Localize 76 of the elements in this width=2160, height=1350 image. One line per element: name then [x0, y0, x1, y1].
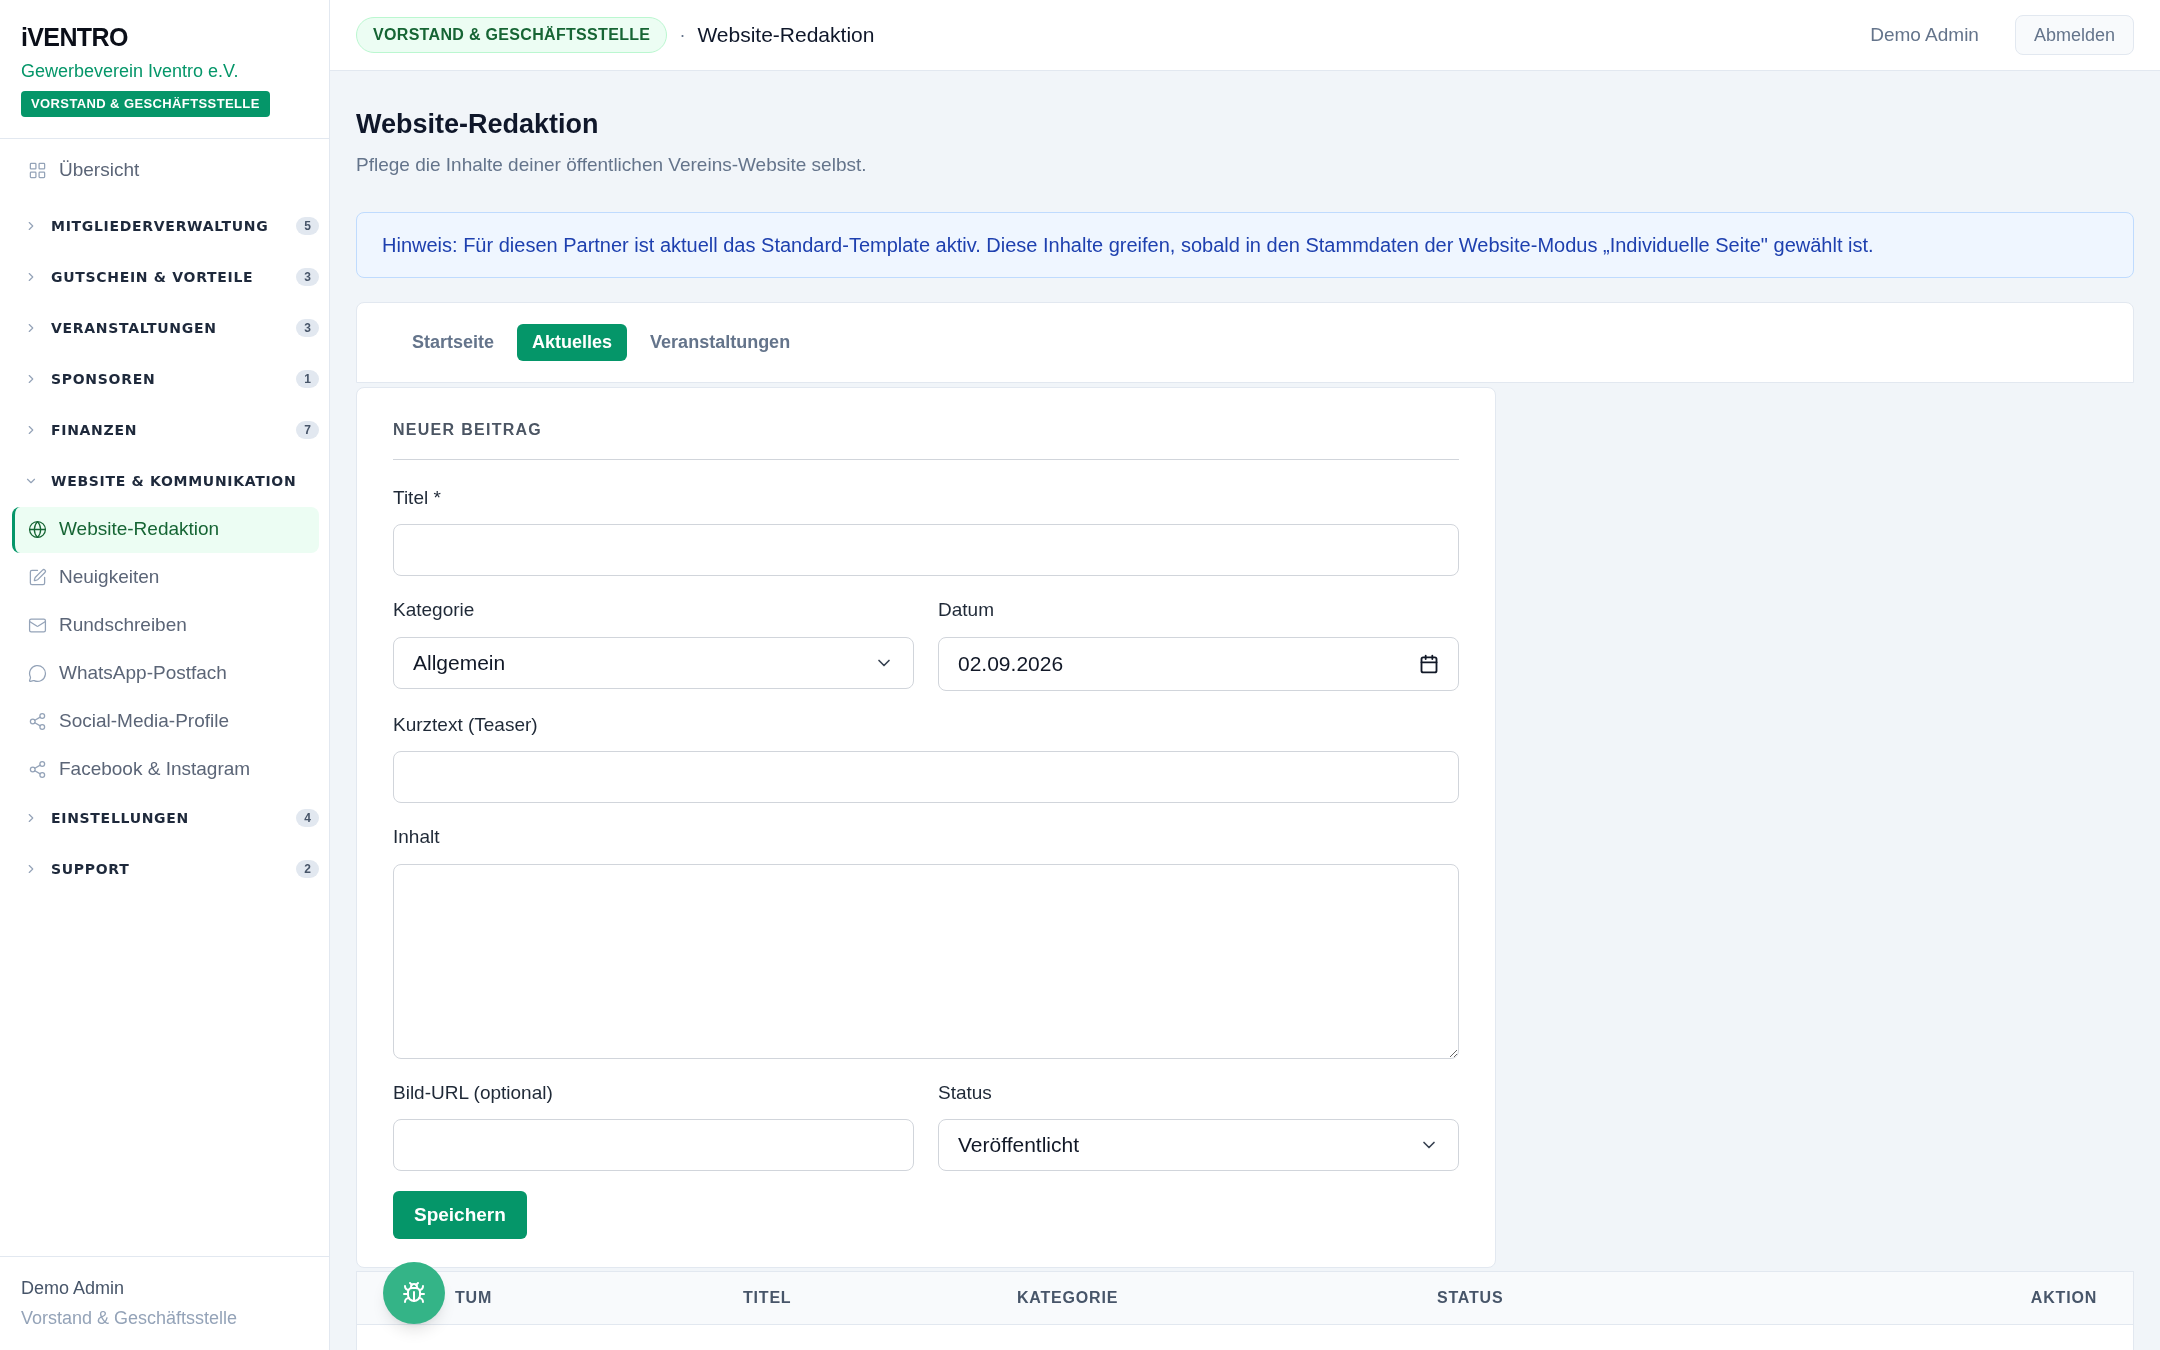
nav-item[interactable]: Website-Redaktion [12, 506, 319, 553]
nav-group-label: SPONSOREN [51, 369, 157, 389]
nav-group-header[interactable]: MITGLIEDERVERWALTUNG 5 [12, 200, 319, 252]
tab[interactable]: Veranstaltungen [635, 323, 806, 361]
nav-item[interactable]: Neuigkeiten [12, 554, 319, 601]
nav-group-header[interactable]: WEBSITE & KOMMUNIKATION [12, 455, 319, 507]
user-name: Demo Admin [21, 1277, 126, 1300]
count-badge: 4 [296, 809, 319, 827]
nav-group-label: MITGLIEDERVERWALTUNG [51, 216, 270, 236]
bug-icon [402, 1281, 426, 1305]
nav-group-label: SUPPORT [51, 859, 131, 879]
tab[interactable]: Aktuelles [517, 323, 628, 361]
notice-banner: Hinweis: Für diesen Partner ist aktuell das Standard-Template aktiv. Diese Inhalte greifen, sobald in den Stammdaten der Website-Modus „Individuelle Seite" gewählt ist. [356, 211, 2134, 278]
field-label: Inhalt [393, 825, 441, 849]
text-field[interactable] [393, 1119, 914, 1171]
user-role: Vorstand & Geschäftsstelle [21, 1307, 239, 1330]
field-label: Titel * [393, 485, 442, 510]
date-field[interactable]: 02.09.2026 [938, 636, 1459, 691]
grid-icon [28, 161, 47, 180]
nav-group-label: EINSTELLUNGEN [51, 808, 190, 828]
user-name: Demo Admin [1870, 22, 1979, 47]
page-title: Website-Redaktion [697, 22, 875, 49]
nav-group-header[interactable]: EINSTELLUNGEN 4 [12, 792, 319, 844]
role-badge: VORSTAND & GESCHÄFTSSTELLE [21, 91, 270, 117]
nav-group-label: FINANZEN [51, 420, 139, 440]
tab[interactable]: Startseite [397, 323, 510, 361]
field-label: Kategorie [393, 598, 476, 622]
page-heading: Website-Redaktion [356, 108, 600, 141]
share-icon [28, 712, 47, 731]
nav-group-header[interactable]: SUPPORT 2 [12, 843, 319, 895]
logout-button[interactable]: Abmelden [2014, 15, 2134, 55]
count-badge: 7 [296, 421, 319, 439]
count-badge: 1 [296, 370, 319, 388]
count-badge: 3 [296, 319, 319, 337]
column-header: TUM [455, 1288, 493, 1308]
calendar-icon [1419, 653, 1439, 674]
field-label: Bild-URL (optional) [393, 1080, 554, 1105]
select-field[interactable]: Veröffentlicht [938, 1119, 1459, 1171]
field-label: Status [938, 1080, 993, 1105]
text-field[interactable] [393, 524, 1459, 576]
nav-group-label: VERANSTALTUNGEN [51, 318, 218, 338]
text-field[interactable] [393, 751, 1459, 803]
count-badge: 5 [296, 217, 319, 235]
nav-group-header[interactable]: VERANSTALTUNGEN 3 [12, 302, 319, 354]
save-button[interactable]: Speichern [393, 1191, 527, 1239]
count-badge: 3 [296, 268, 319, 286]
globe-icon [28, 520, 47, 539]
nav-group-header[interactable]: FINANZEN 7 [12, 404, 319, 456]
field-label: Kurztext (Teaser) [393, 712, 539, 737]
column-header: AKTION [2030, 1288, 2097, 1308]
field-label: Datum [938, 598, 995, 622]
page-subtitle: Pflege die Inhalte deiner öffentlichen Vereins-Website selbst. [356, 153, 868, 177]
nav-item[interactable]: Übersicht [12, 147, 319, 194]
select-field[interactable]: Allgemein [393, 636, 914, 689]
nav-item[interactable]: WhatsApp-Postfach [12, 650, 319, 697]
share-icon [28, 760, 47, 779]
nav-group-header[interactable]: GUTSCHEIN & VORTEILE 3 [12, 251, 319, 303]
nav-group-header[interactable]: SPONSOREN 1 [12, 353, 319, 405]
nav-item[interactable]: Facebook & Instagram [12, 746, 319, 793]
textarea-field[interactable] [393, 863, 1459, 1059]
organization-name: Gewerbeverein Iventro e.V. [21, 60, 240, 83]
column-header: STATUS [1437, 1288, 1504, 1308]
count-badge: 2 [296, 860, 319, 878]
chat-bubble-icon [28, 664, 47, 683]
nav-item[interactable]: Social-Media-Profile [12, 698, 319, 745]
pencil-icon [28, 568, 47, 587]
column-header: TITEL [743, 1288, 792, 1308]
section-heading: NEUER BEITRAG [393, 417, 1459, 460]
logo: iVENTRO [21, 22, 129, 52]
mail-icon [28, 616, 47, 635]
separator-dot: · [679, 23, 686, 47]
column-header: KATEGORIE [1017, 1288, 1119, 1308]
nav-item[interactable]: Rundschreiben [12, 602, 319, 649]
nav-group-label: WEBSITE & KOMMUNIKATION [51, 471, 298, 491]
role-badge: VORSTAND & GESCHÄFTSSTELLE [356, 17, 668, 53]
nav-group-label: GUTSCHEIN & VORTEILE [51, 267, 255, 287]
